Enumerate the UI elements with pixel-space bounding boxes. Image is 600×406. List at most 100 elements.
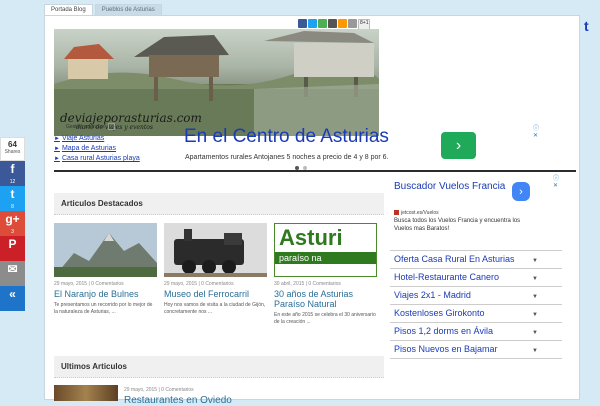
arrow-right-icon: ► [54,146,60,152]
banner-subtext: Apartamentos rurales Antojanes 5 noches … [185,154,389,161]
share-count: 64 Shares [0,137,25,161]
article-title[interactable]: 30 años de Asturias Paraíso Natural [274,289,377,309]
google-plus-share-button[interactable]: g+ 3 [0,211,25,236]
page: Portada Blog Pueblos de Asturias 8+1 dev… [44,0,580,406]
google-plus-icon: g+ [5,212,20,226]
article-excerpt: En este año 2015 se celebra el 30 aniver… [274,312,376,325]
ad-link-casa-rural[interactable]: ► Casa rural Asturias playa [54,155,174,162]
rss-mini-icon[interactable] [338,19,347,28]
asturias-paraiso-sub: paraíso na [275,252,376,264]
sidebar-ad-row-label: Oferta Casa Rural En Asturias [394,254,515,264]
article-excerpt: Te presentamos un recorrido por lo mejor… [54,302,153,315]
digg-mini-icon[interactable] [328,19,337,28]
sidebar-ad-row[interactable]: Hotel-Restaurante Canero ▼ [390,269,562,287]
ads-title: Gestión anuncios i [66,123,174,130]
twitter-icon: t [10,187,15,201]
top-nav: Portada Blog Pueblos de Asturias [44,4,164,15]
chevron-down-icon: ▼ [532,347,538,354]
sidebar-ad-row[interactable]: Viajes 2x1 - Madrid ▼ [390,287,562,305]
twitter-mini-icon[interactable] [308,19,317,28]
sidebar-ad-row[interactable]: Pisos Nuevos en Bajamar ▼ [390,341,562,359]
ad-link-viaje-asturias[interactable]: ► Viaje Asturias [54,135,174,142]
section-latest-heading: Ultimos Articulos [54,356,384,378]
sidebar-ad-row-label: Hotel-Restaurante Canero [394,272,500,282]
facebook-icon: f [10,162,15,176]
sidebar-ad-row-label: Viajes 2x1 - Madrid [394,290,471,300]
banner-headline[interactable]: En el Centro de Asturias [184,126,389,148]
featured-articles: 29 mayo, 2015 | 0 Comentarios El Naranjo… [54,223,384,326]
facebook-share-button[interactable]: f 12 [0,161,25,186]
facebook-share-count: 12 [9,179,16,185]
ad-link-label: Casa rural Asturias playa [61,155,140,162]
article-meta: 29 mayo, 2015 | 0 Comentarios [164,281,234,287]
ad-close-icon[interactable]: ⓘ ✕ [533,123,543,139]
arrow-right-icon: ► [54,156,60,162]
sidebar-ad-url-text: jetcost.es/Vuelos [401,210,439,216]
twitter-share-count: 8 [11,204,14,210]
article-thumbnail[interactable] [54,223,157,277]
article-thumbnail[interactable] [164,223,267,277]
article-card[interactable]: Asturi paraíso na 30 abril, 2015 | 0 Com… [274,223,377,326]
chevron-down-icon: ▼ [532,257,538,264]
sidebar-ad-row[interactable]: Kostenloses Girokonto ▼ [390,305,562,323]
ad-choices-icon[interactable]: i [107,123,115,130]
chevron-down-icon: ▼ [532,275,538,282]
divider [54,170,576,172]
chevron-down-icon: ▼ [532,329,538,336]
email-mini-icon[interactable] [348,19,357,28]
chevron-down-icon: ▼ [532,311,538,318]
mountain-image [54,223,157,277]
arrow-right-icon: ► [54,136,60,142]
pinterest-share-button[interactable]: P [0,236,25,261]
ad-link-label: Mapa de Asturias [61,145,117,152]
tab-portada-blog[interactable]: Portada Blog [44,4,93,15]
sidebar-ad-row[interactable]: Pisos 1,2 dorms en Ávila ▼ [390,323,562,341]
twitter-share-button[interactable]: t 8 [0,186,25,211]
sidebar-ad-row[interactable]: Oferta Casa Rural En Asturias ▼ [390,251,562,269]
article-meta: 29 mayo, 2015 | 0 Comentarios [124,387,194,393]
ad-links-block: Gestión anuncios i ► Viaje Asturias ► Mapa … [54,123,174,165]
article-meta: 29 mayo, 2015 | 0 Comentarios [54,281,124,287]
collapse-icon: « [9,287,16,301]
article-meta: 30 abril, 2015 | 0 Comentarios [274,281,341,287]
train-image [164,223,267,277]
article-card[interactable]: 29 mayo, 2015 | 0 Comentarios Museo del … [164,223,267,326]
sidebar-ad-top[interactable]: Buscador Vuelos Francia jetcost.es/Vuelo… [390,174,562,251]
share-mini-icon[interactable] [318,19,327,28]
share-total: 64 [8,140,17,149]
article-card[interactable]: 29 mayo, 2015 | 0 Comentarios El Naranjo… [54,223,157,326]
asturias-paraiso-logo: Asturi [279,225,343,250]
email-share-button[interactable]: ✉ [0,261,25,286]
more-share-button[interactable]: « [0,286,25,311]
banner-ad[interactable]: En el Centro de Asturias Apartamentos ru… [175,123,543,173]
pinterest-icon: P [8,237,17,251]
tab-pueblos-de-asturias[interactable]: Pueblos de Asturias [94,4,162,15]
corner-twitter-icon[interactable]: t [584,18,589,34]
ads-title-text: Gestión anuncios [66,124,105,130]
article-thumbnail[interactable]: Asturi paraíso na [274,223,377,277]
header-banner-image[interactable]: deviajeporasturias.com diario de viajes … [54,29,379,136]
share-bar: 64 Shares f 12 t 8 g+ 3 P ✉ « [0,137,25,311]
article-title[interactable]: El Naranjo de Bulnes [54,289,157,299]
ad-link-label: Viaje Asturias [61,135,105,142]
sidebar-ad: ⓘ ✕ Buscador Vuelos Francia jetcost.es/V… [390,174,562,359]
section-featured-heading: Articulos Destacados [54,193,384,215]
sidebar-ad-go-button[interactable]: › [512,182,530,201]
sidebar-ad-row-label: Pisos Nuevos en Bajamar [394,344,498,354]
google-plus-share-count: 3 [11,229,14,235]
main-content: 8+1 deviajeporasturias.com diario de via… [44,15,580,406]
ad-link-mapa-asturias[interactable]: ► Mapa de Asturias [54,145,174,152]
article-title[interactable]: Restaurantes en Oviedo [124,395,232,406]
facebook-mini-icon[interactable] [298,19,307,28]
site-favicon-icon [394,210,399,216]
sidebar-ad-row-label: Kostenloses Girokonto [394,308,485,318]
sidebar-ad-url: jetcost.es/Vuelos [394,210,439,216]
email-icon: ✉ [7,262,18,276]
sidebar-ad-heading[interactable]: Buscador Vuelos Francia [394,181,512,193]
article-title[interactable]: Museo del Ferrocarril [164,289,267,299]
chevron-down-icon: ▼ [532,293,538,300]
banner-go-button[interactable]: › [441,132,476,159]
article-thumbnail[interactable] [54,385,118,401]
share-total-label: Shares [4,149,21,155]
sidebar-ad-row-label: Pisos 1,2 dorms en Ávila [394,326,494,336]
